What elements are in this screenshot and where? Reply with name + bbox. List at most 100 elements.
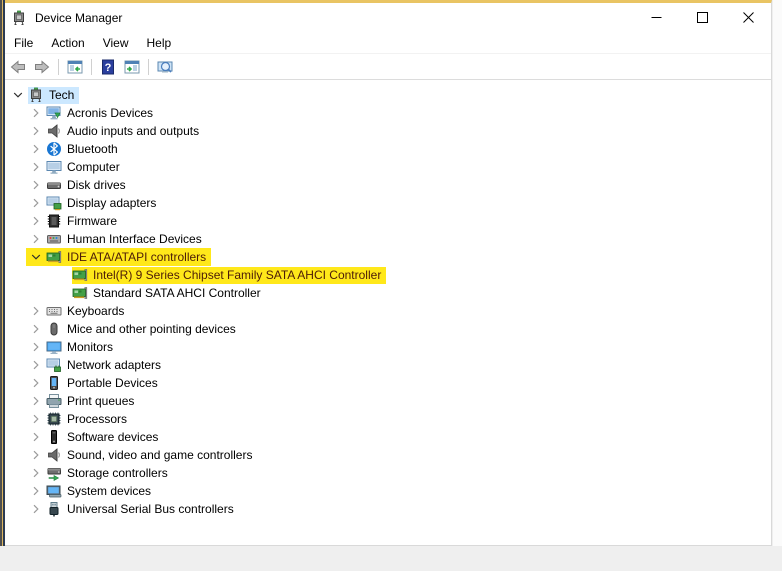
portable-device-icon <box>46 375 62 391</box>
software-device-icon <box>46 429 62 445</box>
tree-item[interactable]: Universal Serial Bus controllers <box>0 500 771 518</box>
tree-item-label: Firmware <box>67 213 119 229</box>
chevron-right-icon[interactable] <box>26 321 46 337</box>
chevron-right-icon[interactable] <box>26 429 46 445</box>
device-manager-icon <box>11 10 27 26</box>
tree-item-inner: Tech <box>8 86 79 104</box>
tree-item-content: Software devices <box>46 429 163 446</box>
chevron-right-icon[interactable] <box>26 375 46 391</box>
tree-item[interactable]: Processors <box>0 410 771 428</box>
chevron-right-icon[interactable] <box>26 177 46 193</box>
tree-item[interactable]: Acronis Devices <box>0 104 771 122</box>
tree-item[interactable]: Network adapters <box>0 356 771 374</box>
chevron-right-icon[interactable] <box>26 195 46 211</box>
chevron-right-icon[interactable] <box>26 159 46 175</box>
tree-item[interactable]: Print queues <box>0 392 771 410</box>
tree-item-label: Display adapters <box>67 195 158 211</box>
tree-item-inner: Universal Serial Bus controllers <box>26 500 239 518</box>
chevron-right-icon[interactable] <box>26 105 46 121</box>
tree-item[interactable]: Firmware <box>0 212 771 230</box>
console-tree-icon <box>67 59 83 75</box>
toolbar: ? <box>0 54 771 80</box>
chevron-right-icon[interactable] <box>26 501 46 517</box>
tree-item[interactable]: Human Interface Devices <box>0 230 771 248</box>
tree-item[interactable]: Mice and other pointing devices <box>0 320 771 338</box>
display-adapter-icon <box>46 195 62 211</box>
toolbar-separator <box>58 59 59 75</box>
tree-item-inner: Disk drives <box>26 176 131 194</box>
tree-item[interactable]: Tech <box>0 86 771 104</box>
tree-item[interactable]: Keyboards <box>0 302 771 320</box>
chevron-right-icon[interactable] <box>26 411 46 427</box>
chevron-down-icon[interactable] <box>26 249 46 265</box>
tree-item[interactable]: Sound, video and game controllers <box>0 446 771 464</box>
tree-item[interactable]: Display adapters <box>0 194 771 212</box>
tree-item-inner: Monitors <box>26 338 118 356</box>
chevron-right-icon[interactable] <box>26 447 46 463</box>
tree-item[interactable]: Storage controllers <box>0 464 771 482</box>
hdd-icon <box>46 177 62 193</box>
device-manager-window: Device Manager FileActionViewHelp ? Tech… <box>0 0 772 546</box>
tree-item[interactable]: Software devices <box>0 428 771 446</box>
chevron-right-icon[interactable] <box>26 465 46 481</box>
chevron-right-icon[interactable] <box>26 123 46 139</box>
tree-item[interactable]: Bluetooth <box>0 140 771 158</box>
title-bar[interactable]: Device Manager <box>0 3 771 32</box>
tree-item-inner: System devices <box>26 482 156 500</box>
tree-item[interactable]: Portable Devices <box>0 374 771 392</box>
minimize-button[interactable] <box>633 3 679 32</box>
forward-button[interactable] <box>30 56 54 78</box>
chevron-right-icon[interactable] <box>26 141 46 157</box>
tree-item[interactable]: Monitors <box>0 338 771 356</box>
tree-item[interactable]: Audio inputs and outputs <box>0 122 771 140</box>
tree-item-label: Software devices <box>67 429 160 445</box>
tree-item-inner: Display adapters <box>26 194 161 212</box>
chevron-down-icon[interactable] <box>8 87 28 103</box>
tree-item[interactable]: Computer <box>0 158 771 176</box>
tree-item-inner: Portable Devices <box>26 374 163 392</box>
help-button[interactable]: ? <box>96 56 120 78</box>
scan-for-hardware-changes-button[interactable] <box>153 56 177 78</box>
tree-item[interactable]: System devices <box>0 482 771 500</box>
tree-item-content: Computer <box>46 159 125 176</box>
tree-item-label: Disk drives <box>67 177 128 193</box>
network-adapter-icon <box>46 357 62 373</box>
tree-item-content: Sound, video and game controllers <box>46 447 257 464</box>
tree-item[interactable]: Disk drives <box>0 176 771 194</box>
processor-icon <box>46 411 62 427</box>
tree-item-content: Processors <box>46 411 132 428</box>
back-button[interactable] <box>6 56 30 78</box>
menu-help[interactable]: Help <box>138 34 181 52</box>
tree-item-label: Monitors <box>67 339 115 355</box>
tree-item-label: Network adapters <box>67 357 163 373</box>
tree-item[interactable]: Intel(R) 9 Series Chipset Family SATA AH… <box>0 266 771 284</box>
show-hide-action-pane-button[interactable] <box>120 56 144 78</box>
storage-controller-icon <box>46 465 62 481</box>
printer-icon <box>46 393 62 409</box>
chevron-right-icon[interactable] <box>26 231 46 247</box>
show-hide-console-tree-button[interactable] <box>63 56 87 78</box>
menu-action[interactable]: Action <box>42 34 93 52</box>
tree-item-inner: Software devices <box>26 428 163 446</box>
tree-item-inner: Network adapters <box>26 356 166 374</box>
tree-item[interactable]: Standard SATA AHCI Controller <box>0 284 771 302</box>
chevron-right-icon[interactable] <box>26 303 46 319</box>
menu-file[interactable]: File <box>5 34 42 52</box>
chevron-right-icon[interactable] <box>26 393 46 409</box>
chevron-right-icon[interactable] <box>26 213 46 229</box>
close-button[interactable] <box>725 3 771 32</box>
chevron-right-icon[interactable] <box>26 339 46 355</box>
chevron-right-icon[interactable] <box>26 483 46 499</box>
tree-item-label: Universal Serial Bus controllers <box>67 501 236 517</box>
tree-item-label: Bluetooth <box>67 141 120 157</box>
chevron-right-icon[interactable] <box>26 357 46 373</box>
tree-item-label: Keyboards <box>67 303 126 319</box>
tree-item-inner: Keyboards <box>26 302 129 320</box>
chevron-spacer <box>52 267 72 283</box>
tree-item[interactable]: IDE ATA/ATAPI controllers <box>0 248 771 266</box>
menu-view[interactable]: View <box>94 34 138 52</box>
tree-item-inner: Standard SATA AHCI Controller <box>52 284 266 302</box>
maximize-button[interactable] <box>679 3 725 32</box>
help-icon: ? <box>100 59 116 75</box>
tree-item-inner: Sound, video and game controllers <box>26 446 257 464</box>
